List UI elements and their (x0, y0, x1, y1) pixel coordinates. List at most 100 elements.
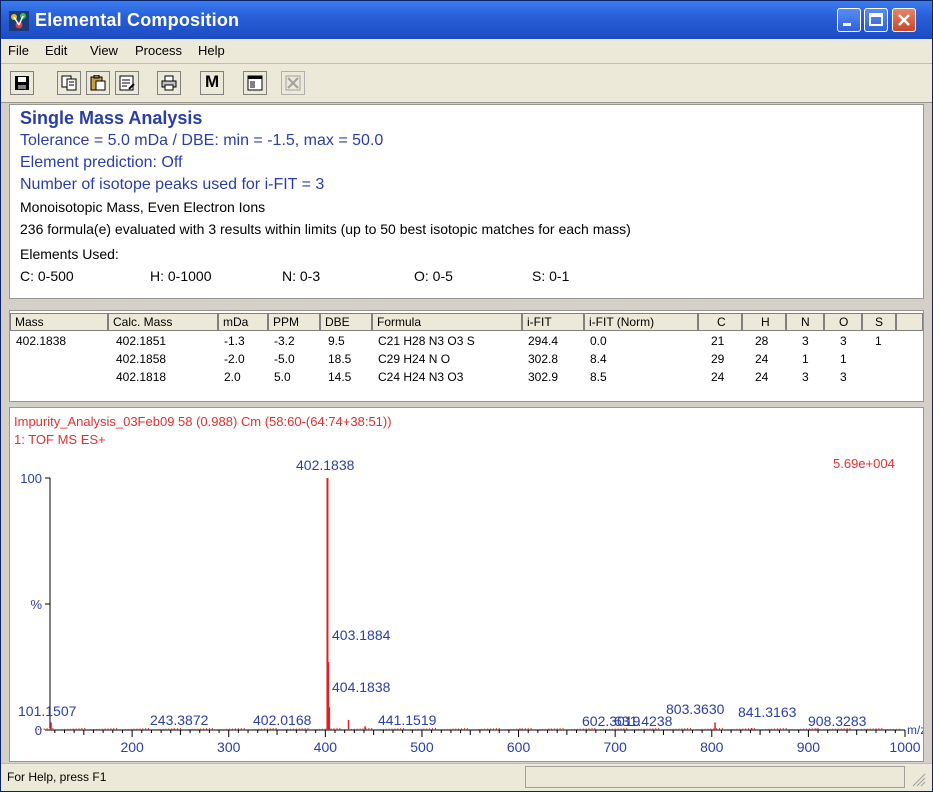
properties-icon (119, 75, 135, 91)
column-header-ifit[interactable]: i-FIT (522, 313, 584, 331)
menu-process[interactable]: Process (135, 43, 182, 58)
status-bar: For Help, press F1 (1, 763, 932, 791)
cell-ppm: -3.2 (274, 334, 295, 348)
window-title: Elemental Composition (35, 10, 240, 30)
column-header-ifit-norm[interactable]: i-FIT (Norm) (584, 313, 698, 331)
column-header-h[interactable]: H (742, 313, 786, 331)
cell-ifit: 302.9 (528, 370, 559, 384)
peak-label: 404.1838 (332, 679, 391, 695)
mass-spectrum-panel[interactable]: Impurity_Analysis_03Feb09 58 (0.988) Cm … (9, 407, 924, 762)
mass-button[interactable]: M (200, 71, 224, 95)
app-molecule-icon (9, 11, 29, 31)
x-tick-label: 500 (410, 739, 434, 755)
cell-ifit-norm: 8.5 (590, 370, 607, 384)
analysis-heading: Single Mass Analysis (20, 108, 203, 128)
cell-o: 3 (840, 334, 847, 348)
x-tick-label: 1000 (889, 739, 920, 755)
column-header-ppm[interactable]: PPM (268, 313, 320, 331)
peak-label: 101.1507 (18, 703, 77, 719)
window-button[interactable] (243, 71, 267, 95)
save-icon (15, 76, 29, 90)
elements-label: Elements Used: (20, 246, 119, 262)
element-range-h: H: 0-1000 (150, 268, 212, 284)
cell-h: 24 (755, 370, 769, 384)
print-button[interactable] (157, 71, 181, 95)
application-window: Elemental Composition File Edit View Pro… (0, 0, 933, 792)
x-tick-label: 900 (797, 739, 821, 755)
x-tick-label: 300 (217, 739, 241, 755)
x-tick-label: 400 (314, 739, 338, 755)
print-icon (161, 75, 177, 91)
element-range-s: S: 0-1 (532, 268, 570, 284)
toolbar: M (1, 64, 932, 103)
y-label-100: 100 (20, 471, 42, 486)
disabled-close-button[interactable] (281, 71, 305, 95)
column-header-mda[interactable]: mDa (218, 313, 268, 331)
y-label-0: 0 (35, 723, 42, 738)
title-bar[interactable]: Elemental Composition (1, 1, 932, 39)
column-header-c[interactable]: C (698, 313, 742, 331)
cell-o: 3 (840, 370, 847, 384)
x-tick-label: 200 (120, 739, 144, 755)
maximize-button[interactable] (864, 8, 888, 32)
close-x-icon (285, 75, 301, 91)
cell-calc-mass: 402.1858 (116, 352, 167, 366)
column-header-filler (896, 313, 923, 331)
menu-bar: File Edit View Process Help (1, 39, 932, 64)
results-table: Mass Calc. Mass mDa PPM DBE Formula i-FI… (9, 310, 924, 402)
maximize-icon (869, 13, 883, 26)
peak-label: 402.1838 (296, 457, 355, 473)
save-button[interactable] (10, 71, 34, 95)
spectrum-plot[interactable]: 100% 0 200 300 400 500 600 700 800 900 1000 m/z 101.… (10, 408, 923, 761)
paste-icon (90, 75, 106, 91)
peak-label: 441.1519 (378, 712, 437, 728)
column-header-mass[interactable]: Mass (10, 313, 108, 331)
cell-dbe: 9.5 (328, 334, 345, 348)
cell-ifit: 294.4 (528, 334, 559, 348)
cell-n: 3 (802, 334, 809, 348)
minimize-button[interactable] (837, 8, 861, 32)
cell-ifit-norm: 8.4 (590, 352, 607, 366)
close-button[interactable] (892, 8, 916, 32)
cell-c: 29 (711, 352, 725, 366)
tolerance-text: Tolerance = 5.0 mDa / DBE: min = -1.5, m… (20, 132, 384, 149)
cell-dbe: 14.5 (328, 370, 352, 384)
copy-icon (61, 75, 77, 91)
summary-panel: Single Mass Analysis Tolerance = 5.0 mDa… (9, 104, 924, 299)
column-header-dbe[interactable]: DBE (320, 313, 372, 331)
peak-label: 908.3283 (808, 713, 867, 729)
cell-h: 28 (755, 334, 769, 348)
menu-file[interactable]: File (8, 43, 29, 58)
properties-button[interactable] (115, 71, 139, 95)
column-header-formula[interactable]: Formula (372, 313, 522, 331)
status-text: For Help, press F1 (7, 770, 107, 784)
peak-label: 631.4238 (614, 713, 673, 729)
cell-ppm: -5.0 (274, 352, 295, 366)
copy-button[interactable] (57, 71, 81, 95)
element-range-n: N: 0-3 (282, 268, 321, 284)
cell-ifit-norm: 0.0 (590, 334, 607, 348)
cell-mass: 402.1838 (16, 334, 67, 348)
cell-n: 3 (802, 370, 809, 384)
menu-view[interactable]: View (90, 43, 118, 58)
resize-grip-icon[interactable] (911, 772, 927, 788)
cell-calc-mass: 402.1818 (116, 370, 167, 384)
cell-ifit: 302.8 (528, 352, 559, 366)
prediction-text: Element prediction: Off (20, 154, 183, 171)
column-header-calc-mass[interactable]: Calc. Mass (108, 313, 218, 331)
column-header-s[interactable]: S (862, 313, 896, 331)
cell-h: 24 (755, 352, 769, 366)
menu-edit[interactable]: Edit (45, 43, 67, 58)
cell-o: 1 (840, 352, 847, 366)
x-tick-label: 700 (603, 739, 627, 755)
menu-help[interactable]: Help (198, 43, 225, 58)
peak-label: 803.3630 (666, 701, 725, 717)
paste-button[interactable] (86, 71, 110, 95)
column-header-o[interactable]: O (824, 313, 862, 331)
cell-n: 1 (802, 352, 809, 366)
evaluated-text: 236 formula(e) evaluated with 3 results … (20, 221, 631, 237)
cell-s: 1 (875, 334, 882, 348)
column-header-n[interactable]: N (786, 313, 824, 331)
cell-formula: C29 H24 N O (378, 352, 451, 366)
x-tick-label: 600 (507, 739, 531, 755)
